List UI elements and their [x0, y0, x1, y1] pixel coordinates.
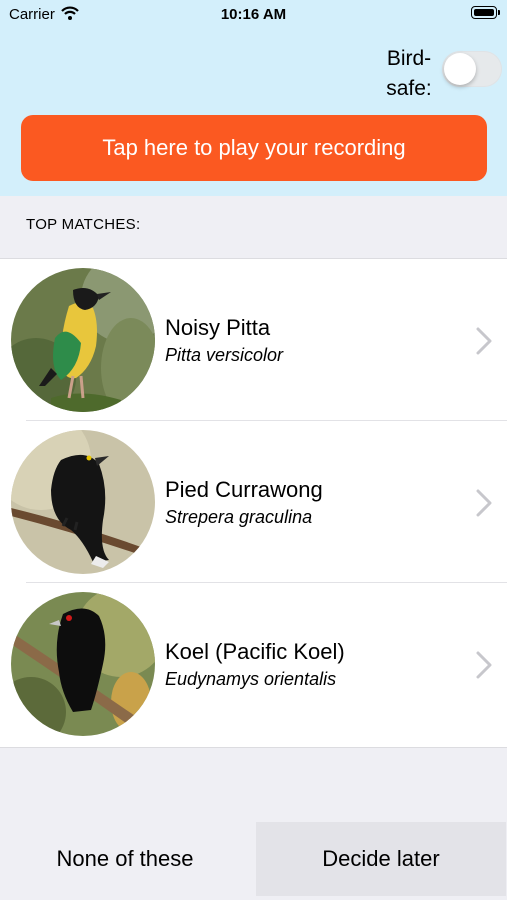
header-area: Carrier 10:16 AM Bird- safe: Tap here to…	[0, 0, 507, 196]
noisy-pitta-photo	[11, 268, 155, 412]
matches-list: Noisy Pitta Pitta versicolor Pied Curraw…	[0, 258, 507, 748]
section-header: TOP MATCHES:	[26, 216, 141, 233]
status-bar: Carrier 10:16 AM	[0, 0, 507, 28]
scientific-name: Pitta versicolor	[165, 345, 284, 365]
list-item-koel[interactable]: Koel (Pacific Koel) Eudynamys orientalis	[0, 583, 507, 745]
bird-safe-label: Bird- safe:	[386, 47, 432, 100]
chevron-right-icon	[474, 326, 494, 361]
scientific-name: Eudynamys orientalis	[165, 669, 337, 689]
play-recording-button[interactable]: Tap here to play your recording	[21, 115, 487, 181]
bird-safe-toggle[interactable]	[442, 51, 502, 87]
common-name: Pied Currawong	[165, 477, 323, 502]
clock-label: 10:16 AM	[220, 6, 287, 23]
list-item-pied-currawong[interactable]: Pied Currawong Strepera graculina	[0, 421, 507, 583]
chevron-right-icon	[474, 488, 494, 523]
list-item-noisy-pitta[interactable]: Noisy Pitta Pitta versicolor	[0, 259, 507, 421]
chevron-right-icon	[474, 650, 494, 685]
toggle-knob	[444, 53, 476, 85]
decide-later-button[interactable]: Decide later	[256, 822, 506, 896]
battery-icon	[471, 6, 500, 19]
none-of-these-button[interactable]: None of these	[0, 822, 250, 896]
pied-currawong-photo	[11, 430, 155, 574]
common-name: Noisy Pitta	[165, 315, 271, 340]
koel-photo	[11, 592, 155, 736]
common-name: Koel (Pacific Koel)	[165, 639, 345, 664]
scientific-name: Strepera graculina	[165, 507, 313, 527]
